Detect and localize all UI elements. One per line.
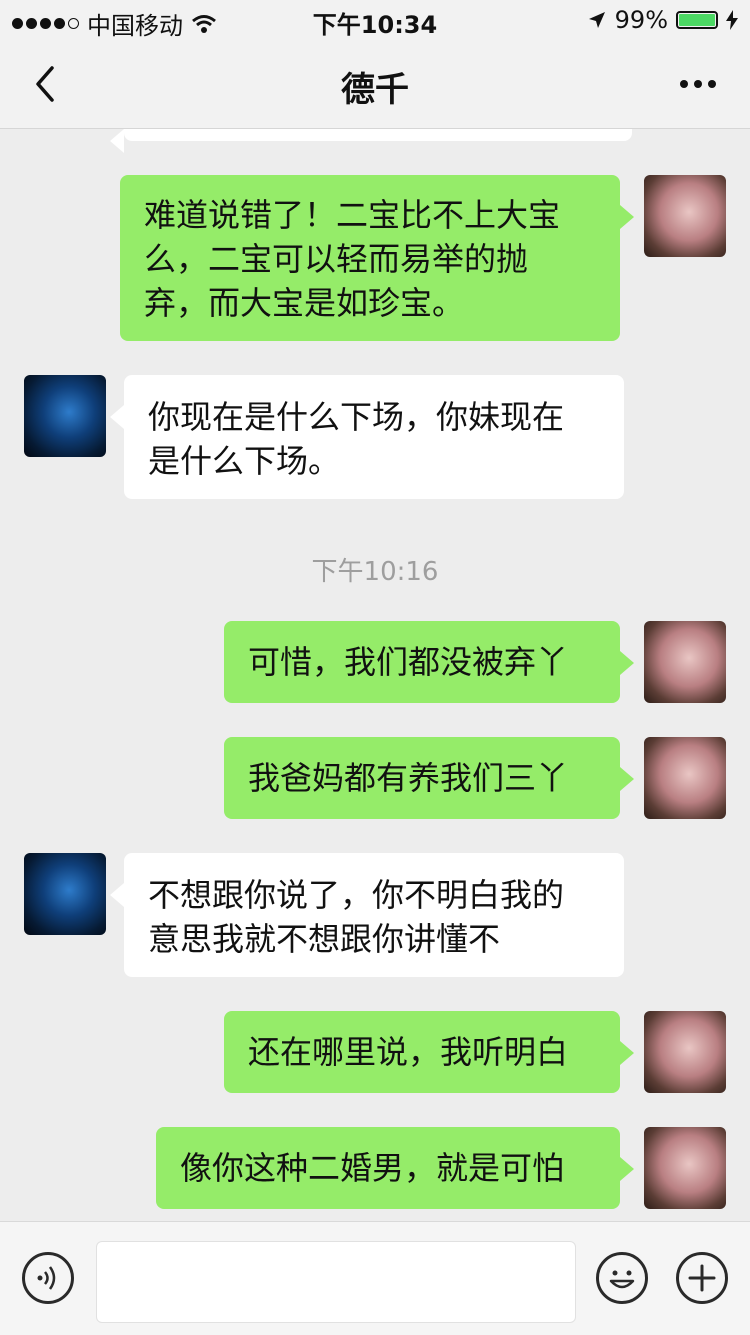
plus-button[interactable] bbox=[676, 1252, 728, 1304]
charging-bolt-icon bbox=[726, 10, 738, 30]
message-line: 难道说错了！二宝比不上大宝 bbox=[144, 196, 561, 234]
battery-icon bbox=[676, 11, 718, 29]
partial-message-bubble bbox=[110, 129, 632, 153]
message-bubble-received[interactable]: 你现在是什么下场，你妹现在 是什么下场。 bbox=[110, 375, 624, 499]
message-bubble-sent[interactable]: 还在哪里说，我听明白 bbox=[224, 1011, 634, 1093]
contact-avatar[interactable] bbox=[24, 853, 106, 935]
battery-fill bbox=[679, 14, 715, 26]
message-bubble-sent[interactable]: 可惜，我们都没被弃丫 bbox=[224, 621, 634, 703]
message-line: 弃，而大宝是如珍宝。 bbox=[144, 284, 465, 322]
message-line: 你现在是什么下场，你妹现在 bbox=[148, 398, 565, 436]
my-avatar[interactable] bbox=[644, 737, 726, 819]
voice-icon bbox=[37, 1266, 56, 1290]
message-text: 可惜，我们都没被弃丫 bbox=[248, 643, 569, 681]
message-input[interactable] bbox=[96, 1241, 576, 1323]
contact-avatar[interactable] bbox=[24, 375, 106, 457]
message-bubble-sent[interactable]: 我爸妈都有养我们三丫 bbox=[224, 737, 634, 819]
more-dots-icon bbox=[680, 80, 716, 88]
chat-area[interactable]: 难道说错了！二宝比不上大宝 么，二宝可以轻而易举的抛 弃，而大宝是如珍宝。 你现… bbox=[0, 129, 750, 1221]
message-bubble-sent[interactable]: 像你这种二婚男，就是可怕 bbox=[156, 1127, 634, 1209]
message-timestamp: 下午10:16 bbox=[311, 557, 439, 587]
message-bubble-sent[interactable]: 难道说错了！二宝比不上大宝 么，二宝可以轻而易举的抛 弃，而大宝是如珍宝。 bbox=[120, 175, 634, 341]
emoji-icon bbox=[609, 1270, 635, 1289]
message-line: 不想跟你说了，你不明白我的 bbox=[148, 876, 565, 914]
location-arrow-icon bbox=[588, 12, 605, 28]
status-right: 99% bbox=[587, 6, 738, 34]
message-text: 我爸妈都有养我们三丫 bbox=[248, 759, 569, 797]
top-bar: 中国移动 下午10:34 99% 德千 bbox=[0, 0, 750, 129]
message-line: 么，二宝可以轻而易举的抛 bbox=[144, 240, 529, 278]
my-avatar[interactable] bbox=[644, 175, 726, 257]
my-avatar[interactable] bbox=[644, 1011, 726, 1093]
my-avatar[interactable] bbox=[644, 621, 726, 703]
voice-button[interactable] bbox=[22, 1252, 74, 1304]
message-line: 意思我就不想跟你讲懂不 bbox=[148, 920, 501, 958]
my-avatar[interactable] bbox=[644, 1127, 726, 1209]
message-line: 是什么下场。 bbox=[148, 442, 341, 480]
navigation-bar: 德千 bbox=[0, 40, 750, 128]
message-bubble-received[interactable]: 不想跟你说了，你不明白我的 意思我就不想跟你讲懂不 bbox=[110, 853, 624, 977]
chat-title: 德千 bbox=[341, 70, 409, 110]
plus-icon bbox=[688, 1264, 716, 1292]
message-text: 还在哪里说，我听明白 bbox=[248, 1033, 569, 1071]
message-text: 像你这种二婚男，就是可怕 bbox=[180, 1149, 565, 1187]
input-bar bbox=[0, 1221, 750, 1335]
battery-percent: 99% bbox=[614, 6, 668, 34]
more-button[interactable] bbox=[676, 64, 720, 104]
emoji-button[interactable] bbox=[596, 1252, 648, 1304]
status-bar: 中国移动 下午10:34 99% bbox=[0, 0, 750, 40]
